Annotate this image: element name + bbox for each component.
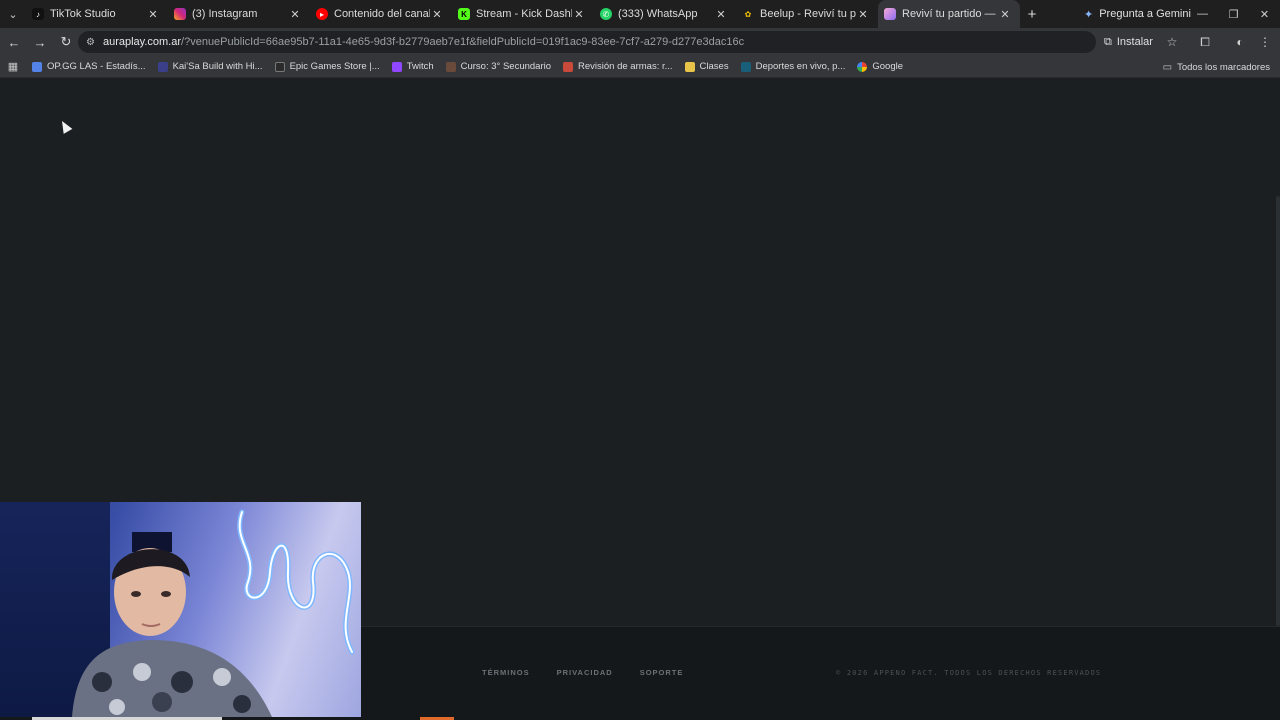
address-bar[interactable]: ⚙ auraplay.com.ar /?venuePublicId=66ae95… [78, 31, 1096, 53]
minimize-icon[interactable]: — [1187, 0, 1218, 28]
bookmark-item[interactable]: Revisión de armas: r... [557, 57, 679, 77]
close-icon[interactable]: ✕ [288, 8, 302, 21]
install-label: Instalar [1116, 36, 1153, 48]
bookmark-item[interactable]: Deportes en vivo, p... [735, 57, 852, 77]
support-link[interactable]: SOPORTE [640, 668, 684, 677]
page-scrollbar[interactable] [1276, 196, 1280, 626]
all-bookmarks-button[interactable]: ▭ Todos los marcadores [1163, 56, 1270, 78]
privacy-link[interactable]: PRIVACIDAD [557, 668, 613, 677]
whatsapp-icon: ✆ [600, 8, 612, 20]
close-icon[interactable]: ✕ [572, 8, 586, 21]
epic-games-icon [274, 61, 285, 72]
bookmark-item[interactable]: Epic Games Store |... [269, 57, 386, 77]
tiktok-icon: ♪ [32, 8, 44, 20]
bookmark-label: Kai'Sa Build with Hi... [172, 61, 263, 72]
twitch-icon [391, 61, 402, 72]
sports-icon [740, 61, 751, 72]
google-icon [857, 61, 868, 72]
opgg-icon [32, 61, 42, 72]
install-app-button[interactable]: ⧉ Instalar [1104, 32, 1153, 52]
bookmark-item[interactable]: Google [851, 57, 909, 77]
tab-auraplay[interactable]: Reviví tu partido — AuraPl ✕ [878, 0, 1020, 28]
profile-avatar[interactable]: ◐ [1230, 32, 1250, 52]
tab-title: (333) WhatsApp [618, 8, 698, 20]
bookmark-label: Clases [699, 61, 729, 72]
gemini-label: Pregunta a Gemini [1099, 8, 1191, 20]
bookmark-label: OP.GG LAS - Estadís... [47, 61, 146, 72]
gemini-button[interactable]: ✦ Pregunta a Gemini [1076, 4, 1199, 24]
apps-grid-icon[interactable]: ▦ [0, 60, 26, 73]
forward-arrow-icon[interactable]: → [28, 30, 52, 54]
bookmark-label: Twitch [406, 61, 434, 72]
all-bookmarks-label: Todos los marcadores [1177, 61, 1270, 73]
tab-whatsapp[interactable]: ✆ (333) WhatsApp ✕ [594, 0, 736, 28]
bookmark-label: Curso: 3° Secundario [460, 61, 552, 72]
auraplay-icon [884, 8, 896, 20]
bookmark-label: Deportes en vivo, p... [755, 61, 846, 72]
beelup-icon: ✿ [744, 9, 752, 19]
url-host: auraplay.com.ar [102, 36, 182, 48]
site-info-icon[interactable]: ⚙ [86, 37, 95, 48]
weapons-review-icon [563, 61, 574, 72]
close-icon[interactable]: ✕ [856, 8, 870, 21]
kaisa-icon [157, 61, 168, 72]
close-icon[interactable]: ✕ [430, 8, 444, 21]
bookmark-label: Google [872, 61, 904, 72]
tab-instagram[interactable]: (3) Instagram ✕ [168, 0, 310, 28]
tab-beelup[interactable]: ✿ Beelup - Reviví tu partido ✕ [736, 0, 878, 28]
tab-title: Beelup - Reviví tu partido [760, 8, 856, 20]
webcam-overlay [0, 502, 361, 717]
reload-icon[interactable]: ↻ [54, 30, 78, 54]
restore-icon[interactable]: ❐ [1218, 0, 1249, 28]
gemini-sparkle-icon: ✦ [1084, 8, 1094, 21]
classes-icon [684, 61, 695, 72]
tab-kick[interactable]: K Stream - Kick Dashboard ✕ [452, 0, 594, 28]
tab-title: Contenido del canal - YouT [334, 8, 430, 20]
install-icon: ⧉ [1104, 35, 1112, 48]
bookmark-item[interactable]: Kai'Sa Build with Hi... [152, 57, 269, 77]
tab-title: (3) Instagram [192, 8, 258, 20]
bookmark-label: Epic Games Store |... [289, 61, 380, 72]
extensions-icon[interactable]: ⧠ [1195, 32, 1215, 52]
tab-strip: ⌄ ♪ TikTok Studio ✕ (3) Instagram ✕ ▸ Co… [0, 0, 1280, 28]
folder-icon: ▭ [1162, 61, 1173, 73]
tab-title: Stream - Kick Dashboard [476, 8, 572, 20]
close-icon[interactable]: ✕ [998, 8, 1012, 21]
tab-youtube[interactable]: ▸ Contenido del canal - YouT ✕ [310, 0, 452, 28]
tab-title: TikTok Studio [50, 8, 116, 20]
copyright-text: © 2026 APPENO FACT. TODOS LOS DERECHOS R… [836, 669, 1102, 677]
bookmark-item[interactable]: Twitch [386, 57, 440, 77]
kick-icon: K [458, 8, 470, 20]
terms-link[interactable]: TÉRMINOS [482, 668, 530, 677]
tab-title: Reviví tu partido — AuraPl [902, 8, 998, 20]
window-close-icon[interactable]: ✕ [1249, 0, 1280, 28]
new-tab-button[interactable]: + [1020, 6, 1044, 23]
streamer-person [72, 532, 272, 717]
menu-kebab-icon[interactable]: ⋮ [1255, 32, 1275, 52]
bookmarks-bar: ▦ OP.GG LAS - Estadís... Kai'Sa Build wi… [0, 56, 1280, 78]
url-path: /?venuePublicId=66ae95b7-11a1-4e65-9d3f-… [181, 36, 745, 48]
bookmark-item[interactable]: Curso: 3° Secundario [440, 57, 557, 77]
youtube-icon: ▸ [316, 8, 328, 20]
bookmark-item[interactable]: OP.GG LAS - Estadís... [26, 57, 152, 77]
browser-toolbar: ← → ↻ ⚙ auraplay.com.ar /?venuePublicId=… [0, 28, 1280, 56]
bookmark-item[interactable]: Clases [679, 57, 735, 77]
close-icon[interactable]: ✕ [146, 8, 160, 21]
footer-links: TÉRMINOS PRIVACIDAD SOPORTE [482, 668, 683, 677]
tab-search-chevron-icon[interactable]: ⌄ [0, 0, 26, 28]
course-icon [445, 61, 456, 72]
back-arrow-icon[interactable]: ← [2, 30, 26, 54]
window-controls: — ❐ ✕ [1187, 0, 1280, 28]
bookmark-star-icon[interactable]: ☆ [1162, 32, 1182, 52]
tab-tiktok[interactable]: ♪ TikTok Studio ✕ [26, 0, 168, 28]
close-icon[interactable]: ✕ [714, 8, 728, 21]
instagram-icon [174, 8, 186, 20]
bookmark-label: Revisión de armas: r... [578, 61, 673, 72]
